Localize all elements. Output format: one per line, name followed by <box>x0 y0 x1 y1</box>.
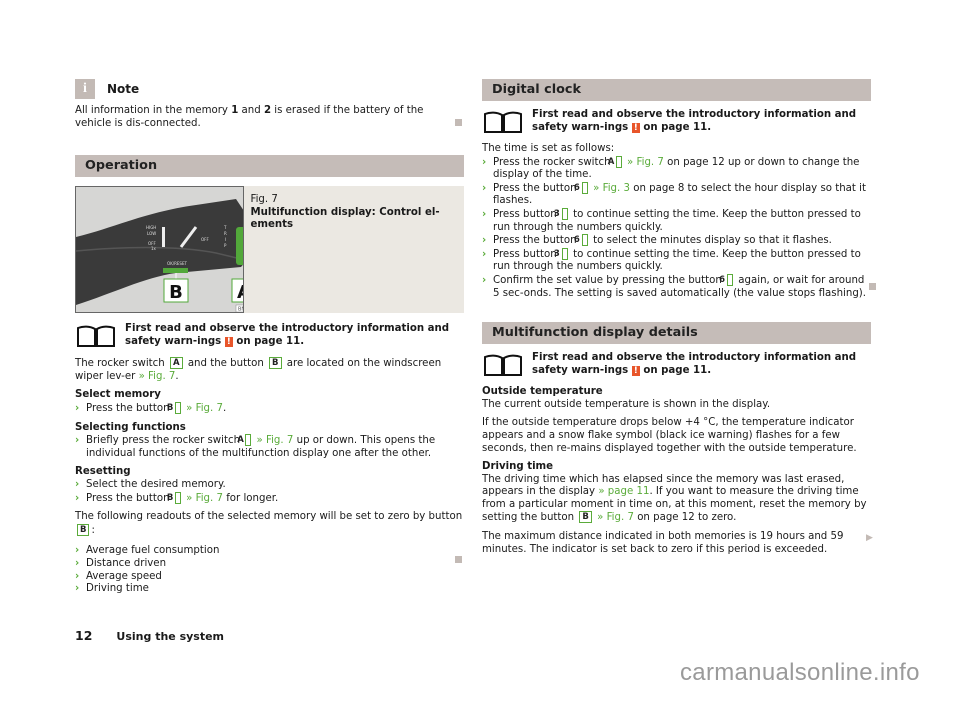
read-first-notice: First read and observe the introductory … <box>482 352 871 378</box>
fig-link[interactable]: » Fig. 7 <box>627 157 664 168</box>
list-item: › Average fuel consumption <box>75 545 220 557</box>
note-text: All information in the memory 1 and 2 is… <box>75 105 424 129</box>
fig-link[interactable]: » Fig. 7 <box>186 493 223 504</box>
svg-text:1x: 1x <box>151 246 157 251</box>
page-footer: 12 Using the system <box>75 628 225 644</box>
key-a: A <box>237 434 252 447</box>
list-item: › Press button 3 to continue setting the … <box>482 247 861 273</box>
read-first-notice: First read and observe the introductory … <box>482 109 871 135</box>
note-header: i Note <box>75 79 464 99</box>
key-3: 3 <box>554 247 568 260</box>
fig-link[interactable]: » Fig. 7 <box>257 435 294 446</box>
section-heading-digital-clock: Digital clock <box>482 79 871 101</box>
page-number: 12 <box>75 628 93 643</box>
svg-text:OK/RESET: OK/RESET <box>167 261 187 266</box>
figure-title: Multifunction display: Control el-ements <box>250 206 440 231</box>
svg-text:I: I <box>225 237 226 242</box>
note-title: Note <box>107 81 140 96</box>
list-item: › Average speed <box>75 570 162 582</box>
left-column: i Note All information in the memory 1 a… <box>75 79 464 596</box>
list-item: › Press the button B » Fig. 7 for longer. <box>75 491 279 504</box>
outside-temp-heading: Outside temperature <box>482 386 603 398</box>
list-item: › Press the rocker switch A » Fig. 7 on p… <box>482 155 860 181</box>
list-item: › Press the button B » Fig. 7. <box>75 401 227 414</box>
select-memory-heading: Select memory <box>75 389 161 401</box>
warning-icon: ! <box>631 122 640 133</box>
callout-b: B <box>169 282 183 303</box>
figure-label: Fig. 7 <box>250 194 278 206</box>
list-item: › Press button 3 to continue setting the … <box>482 207 861 233</box>
fig-link[interactable]: » Fig. 7 <box>597 512 634 523</box>
key-b: B <box>579 511 592 524</box>
key-a: A <box>608 155 622 168</box>
key-3: 3 <box>554 207 568 220</box>
page-link[interactable]: » page 11 <box>598 486 649 497</box>
operation-intro: The rocker switch A and the button B are… <box>75 357 442 382</box>
svg-text:HIGH: HIGH <box>146 225 156 230</box>
warning-icon: ! <box>631 365 640 376</box>
driving-time-heading: Driving time <box>482 461 554 473</box>
book-icon <box>484 354 522 377</box>
list-item: › Press the button 6 to select the minute… <box>482 234 832 247</box>
selecting-functions-heading: Selecting functions <box>75 421 186 433</box>
continue-arrow-icon: ▶ <box>866 533 873 543</box>
chapter-title: Using the system <box>116 630 225 643</box>
readouts-text: The following readouts of the selected m… <box>75 511 463 536</box>
fig-link[interactable]: » Fig. 7 <box>139 371 176 382</box>
watermark: carmanualsonline.info <box>680 659 920 686</box>
driving-time-limit-text: The maximum distance indicated in both m… <box>482 531 844 555</box>
section-end-marker <box>455 119 462 126</box>
key-b: B <box>167 401 181 414</box>
wiper-lever-drawing: HIGH LOW OFF 1x OFF T R I P OK/RESET B A <box>76 187 244 313</box>
list-item: › Distance driven <box>75 557 167 569</box>
readouts-list: › Average fuel consumption › Distance driv… <box>75 545 464 595</box>
list-item: › Briefly press the rocker switch A » Fig… <box>75 434 436 459</box>
warning-icon: ! <box>224 336 233 347</box>
key-6: 6 <box>574 234 588 247</box>
rocker-switch-a <box>236 227 244 266</box>
figure-code: BNF-0349 <box>238 307 244 313</box>
section-heading-operation: Operation <box>75 155 464 178</box>
book-icon <box>484 111 522 133</box>
key-b: B <box>77 523 90 536</box>
callout-a: A <box>237 282 244 303</box>
clock-intro: The time is set as follows: <box>482 143 615 154</box>
lever-illustration: HIGH LOW OFF 1x OFF T R I P OK/RESET B A <box>75 186 245 314</box>
section-heading-mfd-details: Multifunction display details <box>482 322 871 345</box>
key-b: B <box>269 357 282 370</box>
clock-steps: › Press the rocker switch A » Fig. 7 on p… <box>482 155 871 301</box>
read-first-notice: First read and observe the introductory … <box>75 323 464 349</box>
key-b: B <box>167 491 181 504</box>
svg-text:T: T <box>223 225 227 230</box>
svg-text:LOW: LOW <box>147 231 156 236</box>
figure-caption: Fig. 7 Multifunction display: Control el… <box>244 186 464 313</box>
right-column: Digital clock First read and observe the… <box>482 79 871 556</box>
svg-text:OFF: OFF <box>201 237 209 242</box>
figure-7: HIGH LOW OFF 1x OFF T R I P OK/RESET B A <box>75 186 464 314</box>
key-6: 6 <box>719 273 734 286</box>
book-icon <box>77 325 115 348</box>
section-end-marker <box>869 283 876 290</box>
info-icon: i <box>75 79 95 99</box>
svg-text:R: R <box>224 231 227 236</box>
fig-link[interactable]: » Fig. 7 <box>186 403 223 414</box>
outside-temp-text: The current outside temperature is shown… <box>482 398 771 410</box>
list-item: › Confirm the set value by pressing the b… <box>482 273 866 299</box>
key-a: A <box>169 357 183 370</box>
fig-link[interactable]: » Fig. 3 <box>593 183 630 194</box>
list-item: › Driving time <box>75 583 149 595</box>
outside-temp-warning-text: If the outside temperature drops below +… <box>482 417 857 454</box>
list-item: › Select the desired memory. <box>75 478 226 490</box>
resetting-heading: Resetting <box>75 466 131 478</box>
section-end-marker <box>455 556 462 563</box>
driving-time-text: The driving time which has elapsed since… <box>482 473 867 524</box>
key-6: 6 <box>574 181 588 194</box>
list-item: › Press the button 6 » Fig. 3 on page 8 t… <box>482 181 866 207</box>
ok-reset-button-b <box>163 268 188 274</box>
